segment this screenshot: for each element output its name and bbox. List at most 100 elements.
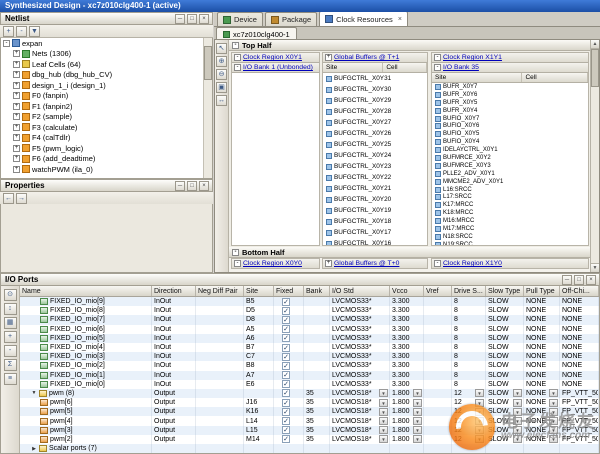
site-row[interactable]: BUFR_X0Y5 (432, 99, 588, 107)
dropdown-icon[interactable]: ▼ (379, 435, 388, 443)
fixed-checkbox[interactable]: ✓ (282, 334, 290, 342)
dropdown-icon[interactable]: ▼ (549, 389, 558, 397)
expand-icon[interactable]: + (13, 155, 20, 162)
dropdown-icon[interactable]: ▼ (379, 408, 388, 416)
dropdown-icon[interactable]: ▼ (379, 426, 388, 434)
search-icon[interactable]: ⊙ (4, 289, 17, 301)
site-row[interactable]: L17:SRCC (432, 193, 588, 201)
column-header[interactable]: I/O Std (330, 286, 390, 296)
site-row[interactable]: BUFGCTRL_X0Y16 (323, 238, 427, 246)
scrollbar-thumb[interactable] (591, 49, 599, 87)
top-half-header[interactable]: - Top Half (229, 40, 590, 51)
fixed-checkbox[interactable]: ✓ (282, 298, 290, 306)
netlist-item[interactable]: +F1 (fanpin2) (1, 101, 204, 112)
clock-region-x0y0-link[interactable]: Clock Region X0Y0 (243, 260, 302, 267)
select-icon[interactable]: ↖ (216, 43, 227, 54)
dropdown-icon[interactable]: ▼ (475, 417, 484, 425)
site-row[interactable]: M16:MRCC (432, 217, 588, 225)
io-port-row[interactable]: pwm[4]OutputL14✓35LVCMOS18*▼1.800▼12▼SLO… (20, 416, 599, 425)
site-row[interactable]: PLLE2_ADV_X0Y1 (432, 170, 588, 178)
sum-icon[interactable]: Σ (4, 359, 17, 371)
column-header[interactable]: Drive S... (452, 286, 486, 296)
netlist-item[interactable]: +dbg_hub (dbg_hub_CV) (1, 70, 204, 81)
dropdown-icon[interactable]: ▼ (549, 426, 558, 434)
fixed-checkbox[interactable]: ✓ (282, 389, 290, 397)
fixed-checkbox[interactable]: ✓ (282, 380, 290, 388)
site-row[interactable]: BUFIO_X0Y4 (432, 138, 588, 146)
site-row[interactable]: BUFGCTRL_X0Y18 (323, 216, 427, 227)
dropdown-icon[interactable]: ▼ (475, 426, 484, 434)
column-header[interactable]: Name (20, 286, 152, 296)
sort-icon[interactable]: ↕ (4, 303, 17, 315)
dropdown-icon[interactable]: ▼ (475, 435, 484, 443)
io-bank-35-link[interactable]: I/O Bank 35 (443, 64, 479, 71)
tab-clock-resources[interactable]: Clock Resources× (319, 12, 408, 26)
io-port-row[interactable]: FIXED_IO_mio[1]InOutA7✓LVCMOS33*3.3008SL… (20, 371, 599, 380)
netlist-item[interactable]: +F3 (calculate) (1, 122, 204, 133)
fixed-checkbox[interactable]: ✓ (282, 325, 290, 333)
io-port-row[interactable]: FIXED_IO_mio[6]InOutA5✓LVCMOS33*3.3008SL… (20, 325, 599, 334)
column-header[interactable]: Direction (152, 286, 196, 296)
column-header[interactable]: Pull Type (524, 286, 560, 296)
settings-icon[interactable]: ≡ (4, 373, 17, 385)
fixed-checkbox[interactable]: ✓ (282, 353, 290, 361)
site-row[interactable]: BUFMRCE_X0Y3 (432, 162, 588, 170)
dropdown-icon[interactable]: ▼ (475, 389, 484, 397)
column-header[interactable]: Neg Diff Pair (196, 286, 244, 296)
collapse-all-icon[interactable]: - (16, 26, 27, 37)
io-port-row[interactable]: pwm[6]OutputJ16✓35LVCMOS18*▼1.800▼12▼SLO… (20, 398, 599, 407)
io-port-row[interactable]: ▶Scalar ports (7) (20, 444, 599, 453)
collapse-icon[interactable]: - (232, 249, 239, 256)
expand-icon[interactable]: + (13, 92, 20, 99)
column-header[interactable]: Off-Chi... (560, 286, 599, 296)
back-icon[interactable]: ← (3, 193, 14, 204)
dropdown-icon[interactable]: ▼ (549, 408, 558, 416)
site-row[interactable]: BUFGCTRL_X0Y23 (323, 161, 427, 172)
io-port-row[interactable]: FIXED_IO_mio[3]InOutC7✓LVCMOS33*3.3008SL… (20, 352, 599, 361)
scrollbar-thumb[interactable] (204, 46, 212, 80)
io-port-row[interactable]: FIXED_IO_mio[4]InOutB7✓LVCMOS33*3.3008SL… (20, 343, 599, 352)
netlist-item[interactable]: -expan (1, 38, 204, 49)
close-icon[interactable]: × (398, 16, 402, 23)
site-row[interactable]: BUFGCTRL_X0Y25 (323, 139, 427, 150)
zoom-fit-icon[interactable]: ▣ (216, 82, 227, 93)
dropdown-icon[interactable]: ▼ (413, 417, 422, 425)
close-icon[interactable]: × (199, 181, 209, 191)
netlist-item[interactable]: +Leaf Cells (64) (1, 59, 204, 70)
column-header[interactable]: Vref (424, 286, 452, 296)
fixed-checkbox[interactable]: ✓ (282, 371, 290, 379)
site-row[interactable]: K18:MRCC (432, 209, 588, 217)
netlist-item[interactable]: +F6 (add_deadtime) (1, 154, 204, 165)
dropdown-icon[interactable]: ▼ (549, 417, 558, 425)
dropdown-icon[interactable]: ▼ (513, 426, 522, 434)
float-icon[interactable]: □ (187, 14, 197, 24)
site-row[interactable]: BUFGCTRL_X0Y24 (323, 150, 427, 161)
site-row[interactable]: BUFGCTRL_X0Y19 (323, 205, 427, 216)
column-header[interactable]: Bank (304, 286, 330, 296)
expand-icon[interactable]: + (13, 82, 20, 89)
float-icon[interactable]: □ (187, 181, 197, 191)
expand-icon[interactable]: + (13, 61, 20, 68)
dropdown-icon[interactable]: ▼ (513, 389, 522, 397)
minimize-icon[interactable]: ─ (175, 181, 185, 191)
column-header[interactable]: Slow Type (486, 286, 524, 296)
expand-all-icon[interactable]: + (4, 331, 17, 343)
fixed-checkbox[interactable]: ✓ (282, 307, 290, 315)
dropdown-icon[interactable]: ▼ (379, 417, 388, 425)
expand-icon[interactable]: + (13, 71, 20, 78)
site-row[interactable]: BUFGCTRL_X0Y30 (323, 84, 427, 95)
site-row[interactable]: N19:SRCC (432, 241, 588, 246)
expand-all-icon[interactable]: + (3, 26, 14, 37)
collapse-all-icon[interactable]: - (4, 345, 17, 357)
chevron-down-icon[interactable]: ▼ (31, 390, 37, 396)
netlist-item[interactable]: +F2 (sample) (1, 112, 204, 123)
dropdown-icon[interactable]: ▼ (513, 399, 522, 407)
column-header[interactable]: Vcco (390, 286, 424, 296)
netlist-item[interactable]: +watchPWM (ila_0) (1, 164, 204, 175)
minimize-icon[interactable]: ─ (562, 275, 572, 285)
expand-icon[interactable]: + (13, 166, 20, 173)
site-row[interactable]: IDELAYCTRL_X0Y1 (432, 146, 588, 154)
collapse-icon[interactable]: - (434, 260, 441, 267)
collapse-icon[interactable]: - (434, 64, 441, 71)
site-row[interactable]: BUFGCTRL_X0Y17 (323, 227, 427, 238)
